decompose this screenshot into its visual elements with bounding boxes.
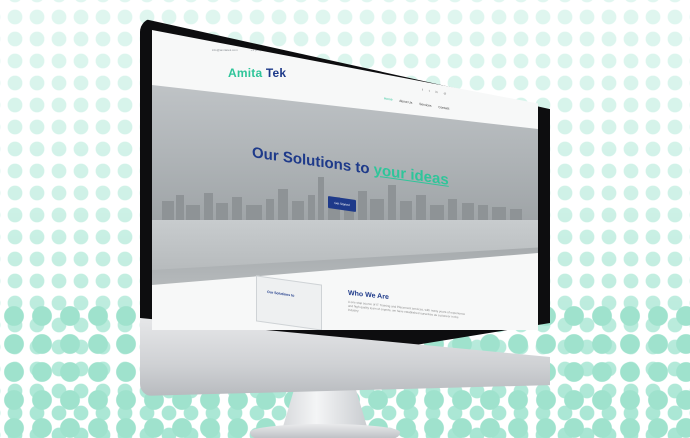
facebook-icon[interactable]: f xyxy=(422,88,423,92)
nav-item-about-us[interactable]: About Us xyxy=(399,99,412,105)
about-image-caption: Our Solutions to xyxy=(267,289,295,298)
instagram-icon[interactable]: ◎ xyxy=(444,91,447,95)
email-link[interactable]: info@amitatek.com xyxy=(212,48,238,52)
logo-part-amita: Amita xyxy=(228,66,263,80)
main-navigation: Home About Us Services Contact xyxy=(384,96,455,111)
twitter-icon[interactable]: t xyxy=(429,89,430,93)
monitor-stand-base xyxy=(250,424,400,438)
nav-item-services[interactable]: Services xyxy=(419,102,431,108)
logo-part-tek: Tek xyxy=(265,66,287,80)
nav-item-contact[interactable]: Contact xyxy=(438,105,449,111)
about-section-text: A one stop source of IT Training and Pla… xyxy=(348,299,466,320)
linkedin-icon[interactable]: in xyxy=(435,90,437,94)
social-links: f t in ◎ xyxy=(422,88,451,97)
nav-item-home[interactable]: Home xyxy=(384,96,393,101)
site-logo[interactable]: Amita Tek xyxy=(228,66,286,80)
about-laptop-image: Our Solutions to xyxy=(256,275,322,330)
